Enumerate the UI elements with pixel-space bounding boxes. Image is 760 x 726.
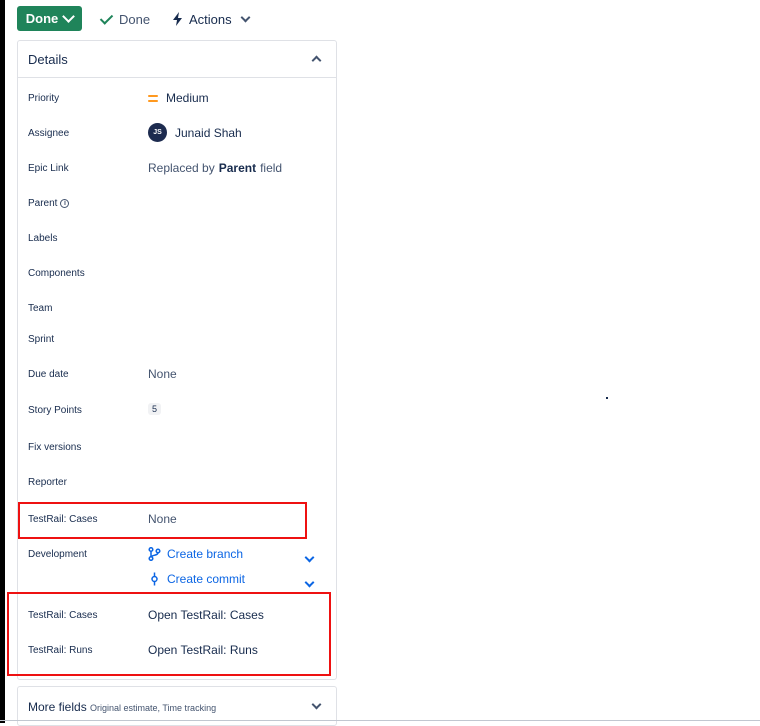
priority-medium-icon: [148, 94, 158, 102]
field-label: Story Points: [28, 405, 82, 416]
chevron-down-icon[interactable]: [304, 577, 315, 588]
status-done-button[interactable]: Done: [17, 6, 82, 31]
window-bottom-border: [0, 720, 760, 721]
actions-label: Actions: [189, 11, 232, 27]
info-icon[interactable]: i: [60, 199, 70, 208]
field-fix-versions[interactable]: Fix versions: [18, 437, 336, 461]
left-window-edge: [0, 0, 5, 723]
epic-link-parent: Parent: [218, 161, 257, 175]
field-parent[interactable]: Parent i: [18, 193, 336, 217]
resolution-done-label: Done: [119, 11, 151, 27]
highlight-box: [7, 592, 331, 676]
field-epic-link[interactable]: Epic Link Replaced by Parent field: [18, 158, 336, 182]
chevron-down-icon: [240, 12, 251, 23]
field-label: Epic Link: [28, 163, 69, 174]
field-priority[interactable]: Priority Medium: [18, 88, 336, 112]
assignee-value: Junaid Shah: [175, 125, 242, 140]
field-label: Development: [28, 549, 87, 560]
field-reporter[interactable]: Reporter: [18, 472, 336, 496]
field-due-date[interactable]: Due date None: [18, 364, 336, 388]
chevron-up-icon[interactable]: [311, 55, 322, 66]
resolution-done[interactable]: Done: [99, 9, 151, 29]
due-date-value: None: [148, 367, 177, 381]
field-label: Labels: [28, 233, 58, 244]
create-commit-link[interactable]: Create commit: [148, 572, 245, 586]
field-label: Assignee: [28, 128, 70, 139]
field-label: Due date: [28, 369, 69, 380]
lightning-icon: [173, 12, 182, 26]
development-commit-row: Create commit: [18, 569, 336, 593]
avatar: JS: [148, 123, 167, 142]
field-label: Team: [28, 303, 53, 314]
chevron-down-icon: [62, 10, 76, 23]
field-label: Parent: [28, 198, 58, 209]
field-team[interactable]: Team: [18, 298, 336, 322]
epic-link-prefix: Replaced by: [148, 161, 215, 175]
branch-icon: [148, 547, 161, 561]
commit-icon: [151, 572, 158, 586]
field-assignee[interactable]: Assignee JS Junaid Shah: [18, 123, 336, 147]
field-components[interactable]: Components: [18, 263, 336, 287]
create-branch-label: Create branch: [167, 547, 244, 561]
field-label: Components: [28, 268, 85, 279]
details-title: Details: [28, 52, 68, 67]
details-panel: Details Priority Medium Assignee JS Juna…: [17, 40, 337, 680]
check-icon: [99, 10, 114, 25]
details-header[interactable]: Details: [18, 41, 336, 78]
status-done-label: Done: [25, 11, 59, 26]
field-label: Reporter: [28, 477, 67, 488]
more-fields-subtitle: Original estimate, Time tracking: [90, 703, 217, 713]
chevron-down-icon[interactable]: [311, 699, 322, 710]
create-commit-label: Create commit: [167, 572, 246, 586]
field-labels[interactable]: Labels: [18, 228, 336, 252]
field-label: Sprint: [28, 334, 55, 345]
story-points-badge: 5: [148, 403, 162, 415]
field-label: Fix versions: [28, 442, 82, 453]
stray-dot: [606, 397, 608, 399]
priority-value: Medium: [166, 91, 209, 105]
field-development: Development Create branch: [18, 544, 336, 568]
more-fields-title: More fields: [28, 700, 87, 714]
create-branch-link[interactable]: Create branch: [148, 547, 243, 561]
highlight-box: [18, 502, 307, 539]
field-story-points[interactable]: Story Points 5: [18, 400, 336, 424]
chevron-down-icon[interactable]: [304, 552, 315, 563]
field-sprint[interactable]: Sprint: [18, 329, 336, 353]
epic-link-suffix: field: [260, 161, 283, 175]
field-label: Priority: [28, 93, 60, 104]
actions-button[interactable]: Actions: [172, 9, 251, 29]
